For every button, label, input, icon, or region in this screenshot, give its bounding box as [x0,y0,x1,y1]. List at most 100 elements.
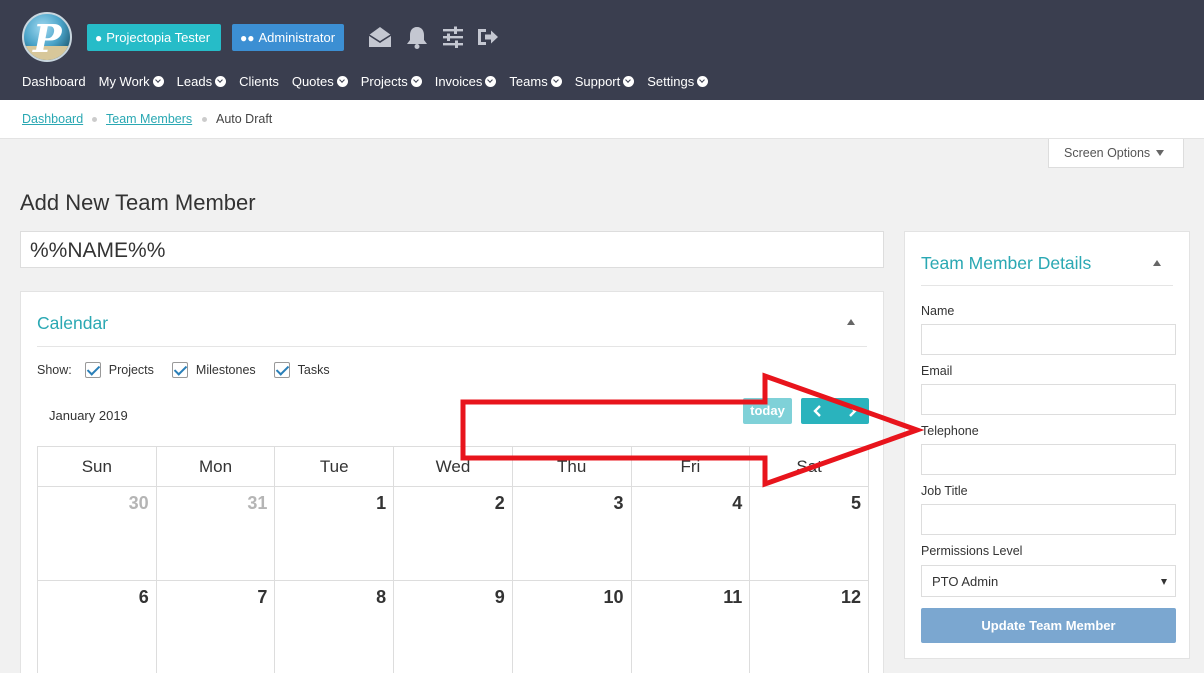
chevron-down-icon [215,75,227,87]
weekday: Mon [155,446,276,487]
nav-label: Teams [509,73,548,89]
nav-settings[interactable]: Settings [647,72,709,90]
checkbox-checked-icon[interactable] [84,362,101,378]
breadcrumb-current: Auto Draft [216,112,273,126]
weekday: Sun [37,446,157,487]
role-badge[interactable]: ●● Administrator [232,24,344,51]
calendar-day[interactable]: 8 [274,580,395,673]
calendar-day[interactable]: 9 [393,580,513,673]
calendar-day[interactable]: 2 [393,486,513,581]
breadcrumb-link[interactable]: Team Members [106,112,192,126]
chevron-down-icon [550,75,562,87]
details-title: Team Member Details [921,253,1092,273]
page-title: Add New Team Member [20,190,256,215]
telephone-label: Telephone [921,424,979,438]
calendar-day[interactable]: 12 [749,580,869,673]
nav-quotes[interactable]: Quotes [292,72,348,90]
calendar-day[interactable]: 3 [511,486,632,581]
calendar-day[interactable]: 30 [37,486,157,581]
nav-clients[interactable]: Clients [239,72,279,90]
nav-label: Dashboard [22,73,86,89]
chevron-left-icon [813,405,821,417]
permissions-label: Permissions Level [921,544,1023,558]
filter-projects[interactable]: Projects [84,362,154,378]
checkbox-checked-icon[interactable] [171,362,188,378]
caret-down-icon [1161,579,1167,585]
caret-down-icon [1156,150,1165,156]
calendar-day[interactable]: 1 [274,486,395,581]
logout-icon[interactable] [475,24,501,50]
calendar-week: 6 7 8 9 10 11 12 [37,580,869,673]
user-badge-label: Projectopia Tester [106,30,211,45]
nav-my-work[interactable]: My Work [99,72,164,90]
filter-milestones[interactable]: Milestones [171,362,256,378]
breadcrumb-dashboard[interactable]: Dashboard [22,112,83,126]
job-title-field[interactable] [921,504,1176,535]
telephone-field[interactable] [921,444,1176,475]
permissions-select[interactable]: PTO Admin [921,565,1176,597]
calendar-day[interactable]: 10 [511,580,632,673]
calendar-day[interactable]: 11 [630,580,751,673]
title-input[interactable]: %%NAME%% [20,231,884,268]
nav-label: Support [574,73,621,89]
name-field[interactable] [921,324,1176,355]
details-panel-header[interactable]: Team Member Details [921,232,1173,286]
nav-projects[interactable]: Projects [361,72,422,90]
calendar-day[interactable]: 4 [630,486,751,581]
prev-month-button[interactable] [801,398,835,424]
checkbox-checked-icon[interactable] [273,362,290,378]
nav-label: Settings [647,73,695,89]
nav-label: Invoices [434,73,483,89]
logo[interactable]: P [22,12,72,62]
weekday: Wed [393,446,513,487]
chevron-down-icon [410,75,422,87]
chevron-down-icon [623,75,635,87]
nav-label: Quotes [291,73,334,89]
chevron-down-icon [697,75,709,87]
email-field[interactable] [921,384,1176,415]
calendar-day[interactable]: 6 [37,580,157,673]
calendar-day[interactable]: 5 [749,486,869,581]
breadcrumb-separator [92,117,97,122]
chevron-down-icon [485,75,497,87]
update-team-member-button[interactable]: Update Team Member [921,608,1176,643]
nav-label: My Work [98,73,150,89]
screen-options-label: Screen Options [1064,146,1151,160]
calendar-month: January 2019 [49,408,128,423]
name-label: Name [921,304,955,318]
top-bar: P ● Projectopia Tester ●● Administrator Da… [0,0,1204,100]
next-month-button[interactable] [835,398,869,424]
breadcrumb-link[interactable]: Dashboard [22,112,83,126]
nav-teams[interactable]: Teams [509,72,562,90]
chevron-right-icon [849,405,857,417]
breadcrumb: Dashboard Team Members Auto Draft [0,100,1204,139]
calendar-day[interactable]: 31 [155,486,276,581]
collapse-icon[interactable] [847,319,855,325]
calendar-day[interactable]: 7 [155,580,276,673]
envelope-icon[interactable] [367,24,393,50]
filter-tasks[interactable]: Tasks [273,362,330,378]
weekday: Thu [511,446,632,487]
weekday-header: Sun Mon Tue Wed Thu Fri Sat [37,446,869,487]
users-icon: ●● [240,31,255,45]
breadcrumb-separator [202,117,207,122]
user-badge[interactable]: ● Projectopia Tester [87,24,221,51]
chevron-down-icon [152,75,164,87]
weekday: Fri [630,446,751,487]
today-button[interactable]: today [743,398,792,424]
nav-leads[interactable]: Leads [177,72,227,90]
sliders-icon[interactable] [440,24,466,50]
breadcrumb-team-members[interactable]: Team Members [106,112,192,126]
collapse-icon[interactable] [1153,260,1161,266]
bell-icon[interactable] [404,24,430,50]
calendar-panel: Calendar Show: Projects Milestones Tasks… [20,291,884,673]
filter-label: Projects [108,363,154,377]
calendar-week: 30 31 1 2 3 4 5 [37,486,869,581]
main-nav: Dashboard My Work Leads Clients Quotes P… [22,72,721,90]
weekday: Tue [274,446,395,487]
nav-invoices[interactable]: Invoices [435,72,497,90]
nav-support[interactable]: Support [575,72,635,90]
screen-options-button[interactable]: Screen Options [1048,139,1184,168]
calendar-panel-header[interactable]: Calendar [37,292,867,347]
nav-dashboard[interactable]: Dashboard [22,72,86,90]
